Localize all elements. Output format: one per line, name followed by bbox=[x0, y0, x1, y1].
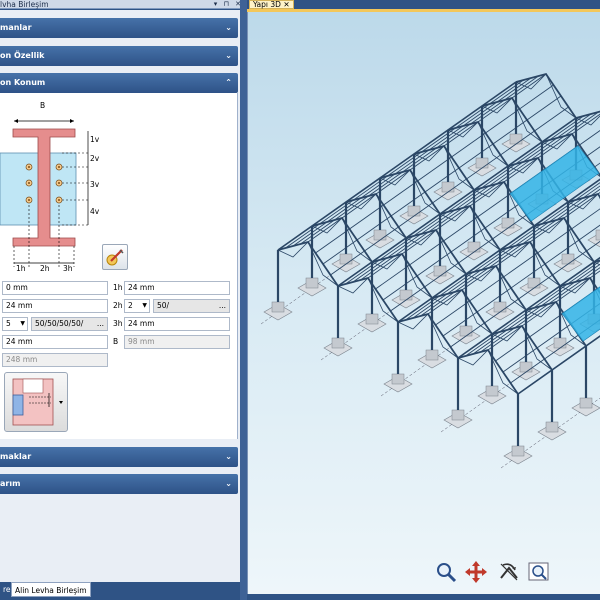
pedestal bbox=[339, 253, 353, 265]
pedestal bbox=[425, 349, 439, 361]
zoom-icon[interactable] bbox=[434, 560, 458, 584]
pedestal bbox=[545, 421, 559, 433]
field-1h[interactable]: 24 mm bbox=[124, 281, 230, 295]
ellipsis-button[interactable]: ... bbox=[96, 318, 104, 330]
property-panel: lvha Birleşim ▾ ⊓ ✕ manlar ⌄ on Özellik … bbox=[0, 0, 247, 600]
edit-diagram-button[interactable] bbox=[102, 244, 128, 270]
pedestal bbox=[501, 217, 515, 229]
pedestal bbox=[561, 253, 575, 265]
panel-title: lvha Birleşim bbox=[0, 0, 49, 9]
column-count-value: 2 bbox=[128, 301, 133, 310]
rotate-icon[interactable] bbox=[497, 560, 521, 584]
section-header-arim[interactable]: arım ⌄ bbox=[0, 474, 238, 494]
steel-structure-model bbox=[260, 72, 600, 469]
label-1h: 1h bbox=[113, 283, 123, 292]
tab-yapi-3d[interactable]: Yapı 3D ✕ bbox=[249, 0, 294, 9]
selected-roof-panel bbox=[509, 145, 600, 222]
tab-label: Yapı 3D bbox=[253, 0, 281, 9]
close-icon[interactable]: ✕ bbox=[283, 0, 289, 9]
column-spacing-field[interactable]: 50/ ... bbox=[153, 299, 230, 313]
chevron-down-icon: ⌄ bbox=[225, 51, 232, 60]
dim-label-1h: 1h bbox=[16, 264, 26, 273]
pedestal bbox=[365, 313, 379, 325]
zoom-window-icon[interactable] bbox=[527, 560, 551, 584]
pedestal bbox=[511, 445, 525, 457]
pedestal bbox=[305, 277, 319, 289]
plate-layout-dropdown[interactable] bbox=[4, 372, 68, 432]
dim-label-1v: 1v bbox=[90, 135, 100, 144]
pedestal bbox=[527, 277, 541, 289]
pedestal bbox=[407, 205, 421, 217]
chevron-down-icon: ⌄ bbox=[225, 452, 232, 461]
dim-label-3v: 3v bbox=[90, 180, 100, 189]
chevron-down-icon: ▼ bbox=[142, 302, 147, 309]
section-header-manlar[interactable]: manlar ⌄ bbox=[0, 18, 238, 38]
chevron-up-icon: ⌃ bbox=[225, 78, 232, 87]
bottom-tab-alin-levha[interactable]: Alin Levha Birleşim bbox=[11, 582, 91, 597]
panel-bottom-tabs: re Alin Levha Birleşim bbox=[0, 582, 247, 600]
total-height-field: 248 mm bbox=[2, 353, 108, 367]
truss-web bbox=[515, 73, 577, 119]
section-header-konum[interactable]: on Konum ⌃ bbox=[0, 73, 238, 93]
section-header-ozellik[interactable]: on Özellik ⌄ bbox=[0, 46, 238, 66]
plate-layout-icon bbox=[12, 378, 63, 426]
pedestal bbox=[493, 301, 507, 313]
dim-label-2v: 2v bbox=[90, 154, 100, 163]
dim-label-b: B bbox=[40, 101, 46, 110]
section-label: arım bbox=[0, 479, 21, 488]
dim-label-2h: 2h bbox=[40, 264, 50, 273]
panel-splitter[interactable] bbox=[240, 0, 247, 600]
pedestal bbox=[519, 361, 533, 373]
section-label: on Konum bbox=[0, 78, 46, 87]
pedestal bbox=[595, 229, 600, 241]
offset-field-2[interactable]: 24 mm bbox=[2, 299, 108, 313]
section-label: on Özellik bbox=[0, 51, 45, 60]
ellipsis-button[interactable]: ... bbox=[218, 300, 226, 312]
chevron-down-icon: ▼ bbox=[20, 320, 25, 327]
pedestal bbox=[467, 241, 481, 253]
pencil-icon bbox=[106, 249, 124, 266]
row-count-value: 5 bbox=[6, 319, 11, 328]
pedestal bbox=[271, 301, 285, 313]
row-spacing-value: 50/50/50/50/ bbox=[35, 319, 84, 328]
label-2h: 2h bbox=[113, 301, 123, 310]
dim-label-4v: 4v bbox=[90, 207, 100, 216]
pedestal bbox=[373, 229, 387, 241]
offset-field-4[interactable]: 24 mm bbox=[2, 335, 108, 349]
pedestal bbox=[485, 385, 499, 397]
pedestal bbox=[459, 325, 473, 337]
label-3h: 3h bbox=[113, 319, 123, 328]
row-count-select[interactable]: 5 ▼ bbox=[2, 317, 28, 331]
column-count-select[interactable]: 2 ▼ bbox=[124, 299, 150, 313]
section-header-maklar[interactable]: maklar ⌄ bbox=[0, 447, 238, 467]
document-status-strip bbox=[247, 594, 600, 600]
pedestal bbox=[451, 409, 465, 421]
section-label: manlar bbox=[0, 23, 32, 32]
chevron-down-icon: ⌄ bbox=[225, 479, 232, 488]
pedestal bbox=[433, 265, 447, 277]
pedestal bbox=[399, 289, 413, 301]
field-3h[interactable]: 24 mm bbox=[124, 317, 230, 331]
pedestal bbox=[475, 157, 489, 169]
3d-viewport[interactable] bbox=[247, 12, 600, 594]
column-spacing-value: 50/ bbox=[157, 301, 170, 310]
pedestal bbox=[579, 397, 593, 409]
row-spacing-field[interactable]: 50/50/50/50/ ... bbox=[31, 317, 108, 331]
pedestal bbox=[441, 181, 455, 193]
label-b: B bbox=[113, 337, 119, 346]
field-b: 98 mm bbox=[124, 335, 230, 349]
plate-diagram bbox=[0, 119, 90, 267]
pedestal bbox=[331, 337, 345, 349]
panel-window-controls[interactable]: ▾ ⊓ ✕ bbox=[214, 0, 243, 9]
dim-label-3h: 3h bbox=[63, 264, 73, 273]
pedestal bbox=[391, 373, 405, 385]
panel-title-bar: lvha Birleşim ▾ ⊓ ✕ bbox=[0, 0, 247, 9]
section-label: maklar bbox=[0, 452, 32, 461]
document-tab-bar: Yapı 3D ✕ bbox=[247, 0, 600, 9]
pedestal bbox=[553, 337, 567, 349]
offset-field-1[interactable]: 0 mm bbox=[2, 281, 108, 295]
pedestal bbox=[509, 133, 523, 145]
chevron-down-icon: ⌄ bbox=[225, 23, 232, 32]
pan-icon[interactable] bbox=[464, 560, 488, 584]
